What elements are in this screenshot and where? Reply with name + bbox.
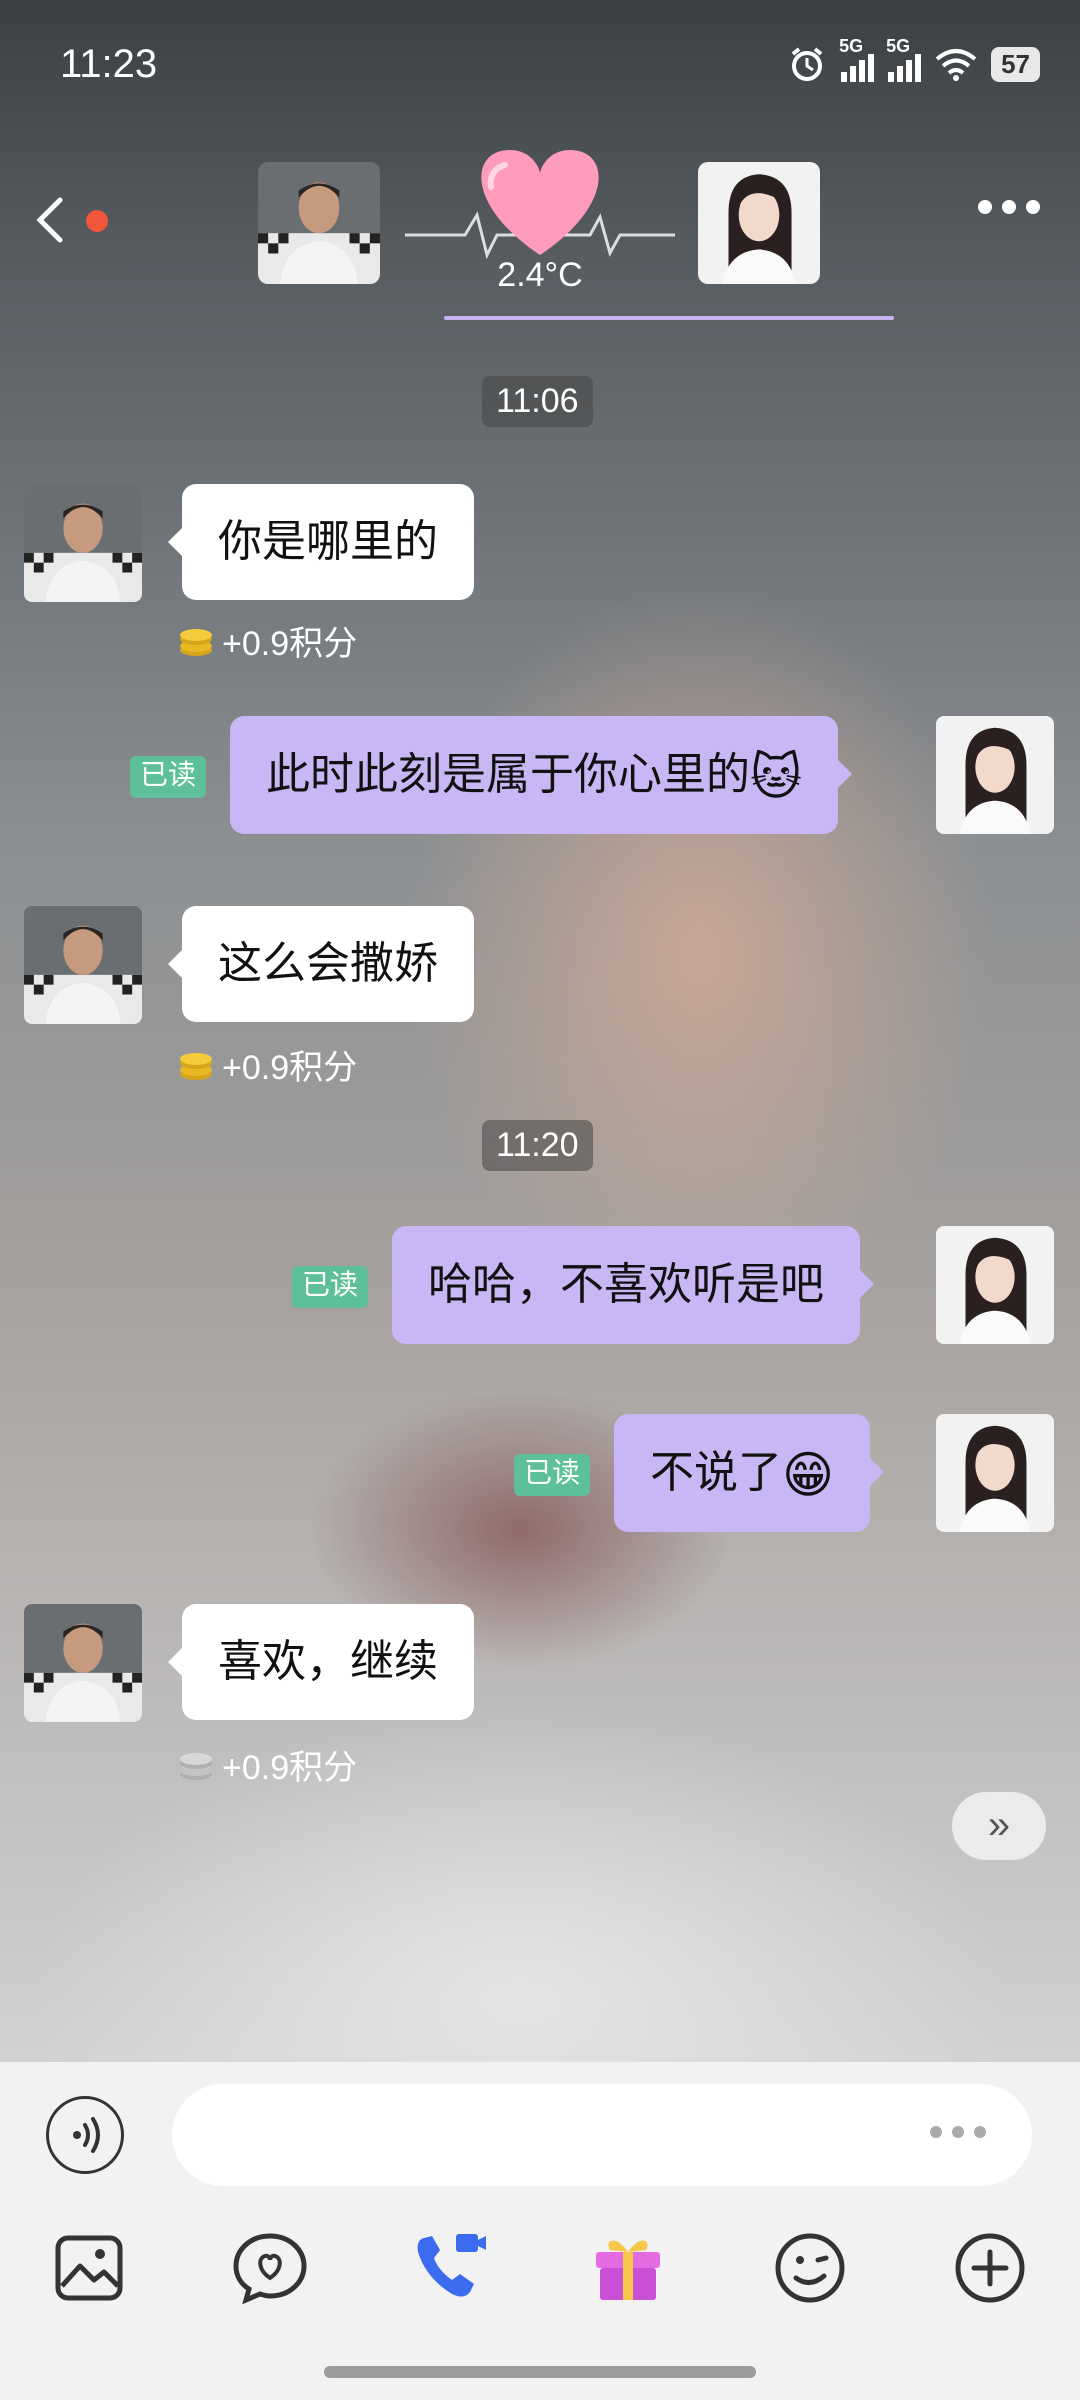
image-icon[interactable] xyxy=(48,2226,132,2310)
status-icons: 5G 5G 57 xyxy=(787,36,1040,84)
home-indicator xyxy=(324,2366,756,2378)
man-avatar-image xyxy=(24,484,142,602)
message-input[interactable] xyxy=(172,2084,1032,2186)
intimacy-temperature: 2.4°C xyxy=(497,256,583,294)
points-text: +0.9积分 xyxy=(222,625,358,663)
message-text: 哈哈，不喜欢听是吧 xyxy=(428,1260,824,1309)
message-text: 你是哪里的 xyxy=(218,517,438,566)
signal-icon-2: 5G xyxy=(886,36,922,82)
man-avatar-image xyxy=(24,1604,142,1722)
points-earned: +0.9积分 xyxy=(178,1040,357,1089)
back-button[interactable] xyxy=(30,190,80,250)
header-avatar-contact[interactable] xyxy=(258,162,380,284)
outgoing-message-bubble[interactable]: 不说了😁 xyxy=(614,1414,885,1532)
more-options-button[interactable] xyxy=(978,200,1040,214)
time-label: 11:06 xyxy=(482,376,593,427)
chevron-left-icon xyxy=(36,197,63,243)
wifi-icon xyxy=(935,49,977,81)
outgoing-message-bubble[interactable]: 哈哈，不喜欢听是吧 xyxy=(392,1226,874,1344)
signal-icon: 5G xyxy=(839,36,875,82)
header-divider xyxy=(444,316,894,320)
alarm-icon xyxy=(791,47,823,81)
network-type-2: 5G xyxy=(886,36,911,56)
incoming-message-bubble[interactable]: 喜欢，继续 xyxy=(168,1604,474,1720)
video-call-icon[interactable] xyxy=(406,2226,490,2310)
man-avatar-image xyxy=(258,162,380,284)
woman-avatar-image xyxy=(698,162,820,284)
gift-icon[interactable] xyxy=(586,2222,670,2306)
unread-dot xyxy=(86,210,108,232)
read-status-badge: 已读 xyxy=(514,1454,591,1496)
points-text: +0.9积分 xyxy=(222,1749,358,1787)
points-text: +0.9积分 xyxy=(222,1049,358,1087)
points-earned: +0.9积分 xyxy=(178,1740,357,1789)
header-avatar-self[interactable] xyxy=(698,162,820,284)
message-text: 这么会撒娇 xyxy=(218,939,438,988)
message-text: 此时此刻是属于你心里的 xyxy=(266,750,750,799)
read-status-badge: 已读 xyxy=(130,756,207,798)
blurred-background xyxy=(0,0,1080,2400)
emoji-icon[interactable] xyxy=(768,2226,852,2310)
input-more-icon[interactable] xyxy=(930,2126,986,2138)
read-status-badge: 已读 xyxy=(292,1266,369,1308)
contact-avatar[interactable] xyxy=(24,484,142,602)
message-text: 喜欢，继续 xyxy=(218,1637,438,1686)
contact-avatar[interactable] xyxy=(24,906,142,1024)
incoming-message-bubble[interactable]: 这么会撒娇 xyxy=(168,906,474,1022)
outgoing-message-bubble[interactable]: 此时此刻是属于你心里的🐱 xyxy=(230,716,853,834)
man-avatar-image xyxy=(24,906,142,1024)
status-time: 11:23 xyxy=(60,42,158,86)
message-text: 不说了 xyxy=(650,1448,782,1497)
skip-to-latest-button[interactable]: » xyxy=(952,1792,1046,1860)
coin-icon xyxy=(180,1052,212,1080)
battery-indicator: 57 xyxy=(991,46,1040,82)
cat-emoji-icon: 🐱 xyxy=(750,749,803,806)
coin-icon xyxy=(180,628,212,656)
grin-emoji-icon: 😁 xyxy=(782,1447,835,1504)
incoming-message-bubble[interactable]: 你是哪里的 xyxy=(168,484,474,600)
time-label: 11:20 xyxy=(482,1120,593,1171)
self-avatar[interactable] xyxy=(936,1414,1054,1532)
points-earned: +0.9积分 xyxy=(178,616,357,665)
contact-avatar[interactable] xyxy=(24,1604,142,1722)
plus-icon[interactable] xyxy=(948,2226,1032,2310)
self-avatar[interactable] xyxy=(936,1226,1054,1344)
self-avatar[interactable] xyxy=(936,716,1054,834)
coin-icon xyxy=(180,1752,212,1780)
woman-avatar-image xyxy=(936,1226,1054,1344)
woman-avatar-image xyxy=(936,1414,1054,1532)
voice-wave-icon xyxy=(73,2117,100,2153)
voice-input-button[interactable] xyxy=(46,2096,124,2174)
network-type-1: 5G xyxy=(839,36,864,56)
heart-chat-icon[interactable] xyxy=(228,2226,312,2310)
woman-avatar-image xyxy=(936,716,1054,834)
